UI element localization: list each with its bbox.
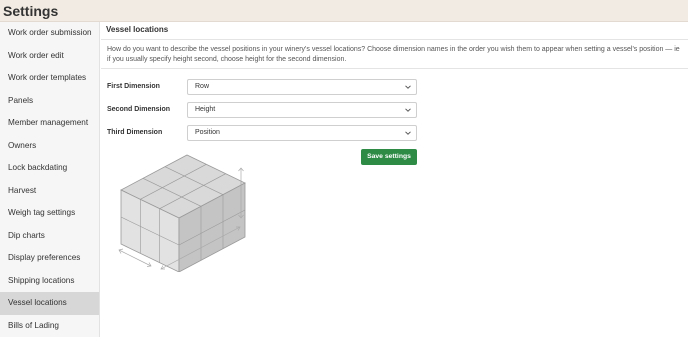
chevron-down-icon [405, 108, 411, 112]
first-dimension-select[interactable]: Row [187, 79, 417, 95]
sidebar-item-vessel-locations[interactable]: Vessel locations [0, 292, 99, 315]
first-dimension-label: First Dimension [107, 83, 160, 90]
third-dimension-label: Third Dimension [107, 129, 163, 136]
section-description: How do you want to describe the vessel p… [107, 46, 680, 63]
save-settings-button[interactable]: Save settings [361, 149, 417, 165]
sidebar-item-work-order-submission[interactable]: Work order submission [0, 22, 99, 45]
third-dimension-select[interactable]: Position [187, 125, 417, 141]
sidebar-item-panels[interactable]: Panels [0, 90, 99, 113]
third-dimension-value: Position [195, 129, 220, 136]
first-dimension-row: First Dimension Row [107, 79, 417, 95]
sidebar-item-member-management[interactable]: Member management [0, 112, 99, 135]
divider [101, 39, 688, 40]
second-dimension-label: Second Dimension [107, 106, 171, 113]
stacked-cubes-illustration [118, 154, 246, 272]
sidebar-item-dip-charts[interactable]: Dip charts [0, 225, 99, 248]
sidebar-item-lock-backdating[interactable]: Lock backdating [0, 157, 99, 180]
sidebar-item-work-order-edit[interactable]: Work order edit [0, 45, 99, 68]
second-dimension-value: Height [195, 106, 216, 113]
second-dimension-row: Second Dimension Height [107, 102, 417, 118]
sidebar-item-work-order-templates[interactable]: Work order templates [0, 67, 99, 90]
page-title: Settings [3, 3, 59, 19]
divider [101, 68, 688, 69]
first-dimension-value: Row [195, 83, 210, 90]
section-title: Vessel locations [106, 25, 169, 34]
chevron-down-icon [405, 131, 411, 135]
third-dimension-row: Third Dimension Position [107, 125, 417, 141]
sidebar-item-display-preferences[interactable]: Display preferences [0, 247, 99, 270]
sidebar-item-weigh-tag-settings[interactable]: Weigh tag settings [0, 202, 99, 225]
second-dimension-select[interactable]: Height [187, 102, 417, 118]
vessel-locations-panel: Vessel locations How do you want to desc… [101, 22, 688, 337]
sidebar-item-shipping-locations[interactable]: Shipping locations [0, 270, 99, 293]
settings-header: Settings [0, 0, 688, 22]
sidebar-item-owners[interactable]: Owners [0, 135, 99, 158]
settings-sidebar: Work order submission Work order edit Wo… [0, 22, 100, 337]
sidebar-item-bills-of-lading[interactable]: Bills of Lading [0, 315, 99, 337]
sidebar-item-harvest[interactable]: Harvest [0, 180, 99, 203]
chevron-down-icon [405, 85, 411, 89]
